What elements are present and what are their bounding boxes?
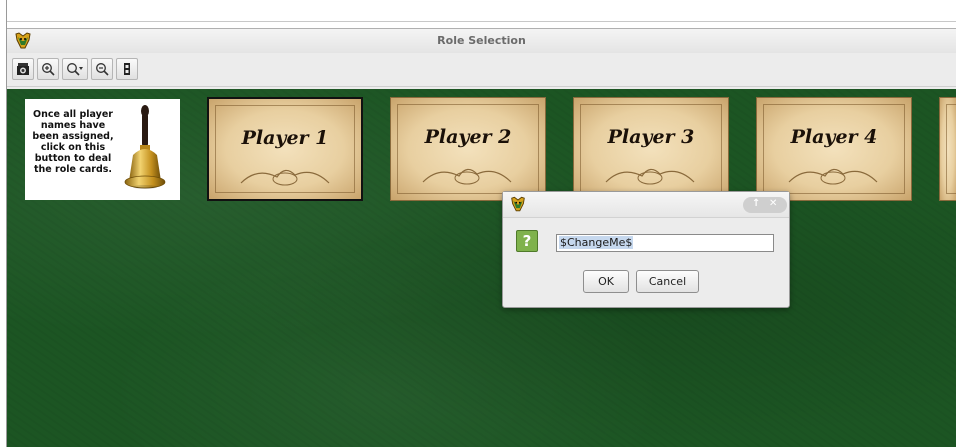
player-name: Player 3 [607, 126, 695, 148]
input-value: $ChangeMe$ [559, 236, 634, 249]
flourish-icon [605, 168, 695, 185]
deal-roles-bell-button[interactable]: Once all player names have been assigned… [25, 99, 180, 200]
flourish-icon [788, 168, 878, 185]
player-card-partial[interactable] [939, 97, 956, 201]
name-input[interactable]: $ChangeMe$ [556, 234, 774, 252]
game-board: Once all player names have been assigned… [7, 89, 956, 447]
player-name: Player 2 [424, 126, 512, 148]
close-icon[interactable]: ✕ [769, 198, 777, 209]
zoom-out-button[interactable] [91, 58, 113, 80]
player-name: Player 1 [241, 127, 329, 149]
dialog-titlebar[interactable]: ↑ ✕ [503, 192, 789, 218]
bell-icon [124, 105, 166, 189]
question-icon: ? [516, 230, 538, 252]
flourish-icon [240, 169, 330, 186]
camera-button[interactable] [12, 58, 34, 80]
background-strip [7, 0, 956, 22]
toolbar [7, 55, 956, 87]
window-title: Role Selection [437, 34, 526, 47]
role-selection-window: Role Selection Once all player names hav… [7, 28, 956, 447]
bell-instructions: Once all player names have been assigned… [32, 109, 114, 175]
maximize-icon[interactable]: ↑ [752, 198, 760, 209]
zoom-dropdown-icon [67, 63, 83, 76]
zoom-in-icon [42, 63, 55, 76]
tall-button[interactable] [116, 58, 138, 80]
zoom-in-button[interactable] [37, 58, 59, 80]
cancel-button[interactable]: Cancel [636, 270, 699, 293]
wolf-app-icon [511, 196, 525, 212]
zoom-out-icon [96, 63, 109, 76]
input-dialog: ↑ ✕ ? $ChangeMe$ OK Cancel [502, 191, 790, 308]
card-frame [946, 104, 956, 194]
player-card-2[interactable]: Player 2 [390, 97, 546, 201]
camera-icon [17, 63, 29, 75]
zoom-dropdown-button[interactable] [62, 58, 88, 80]
screen: Role Selection Once all player names hav… [0, 0, 956, 447]
player-card-1[interactable]: Player 1 [207, 97, 363, 201]
flourish-icon [422, 168, 512, 185]
player-name: Player 4 [790, 126, 878, 148]
player-card-4[interactable]: Player 4 [756, 97, 912, 201]
dialog-window-controls: ↑ ✕ [743, 197, 787, 213]
window-titlebar[interactable]: Role Selection [7, 29, 956, 53]
player-card-3[interactable]: Player 3 [573, 97, 729, 201]
ok-button[interactable]: OK [583, 270, 629, 293]
tall-icon [124, 63, 130, 75]
